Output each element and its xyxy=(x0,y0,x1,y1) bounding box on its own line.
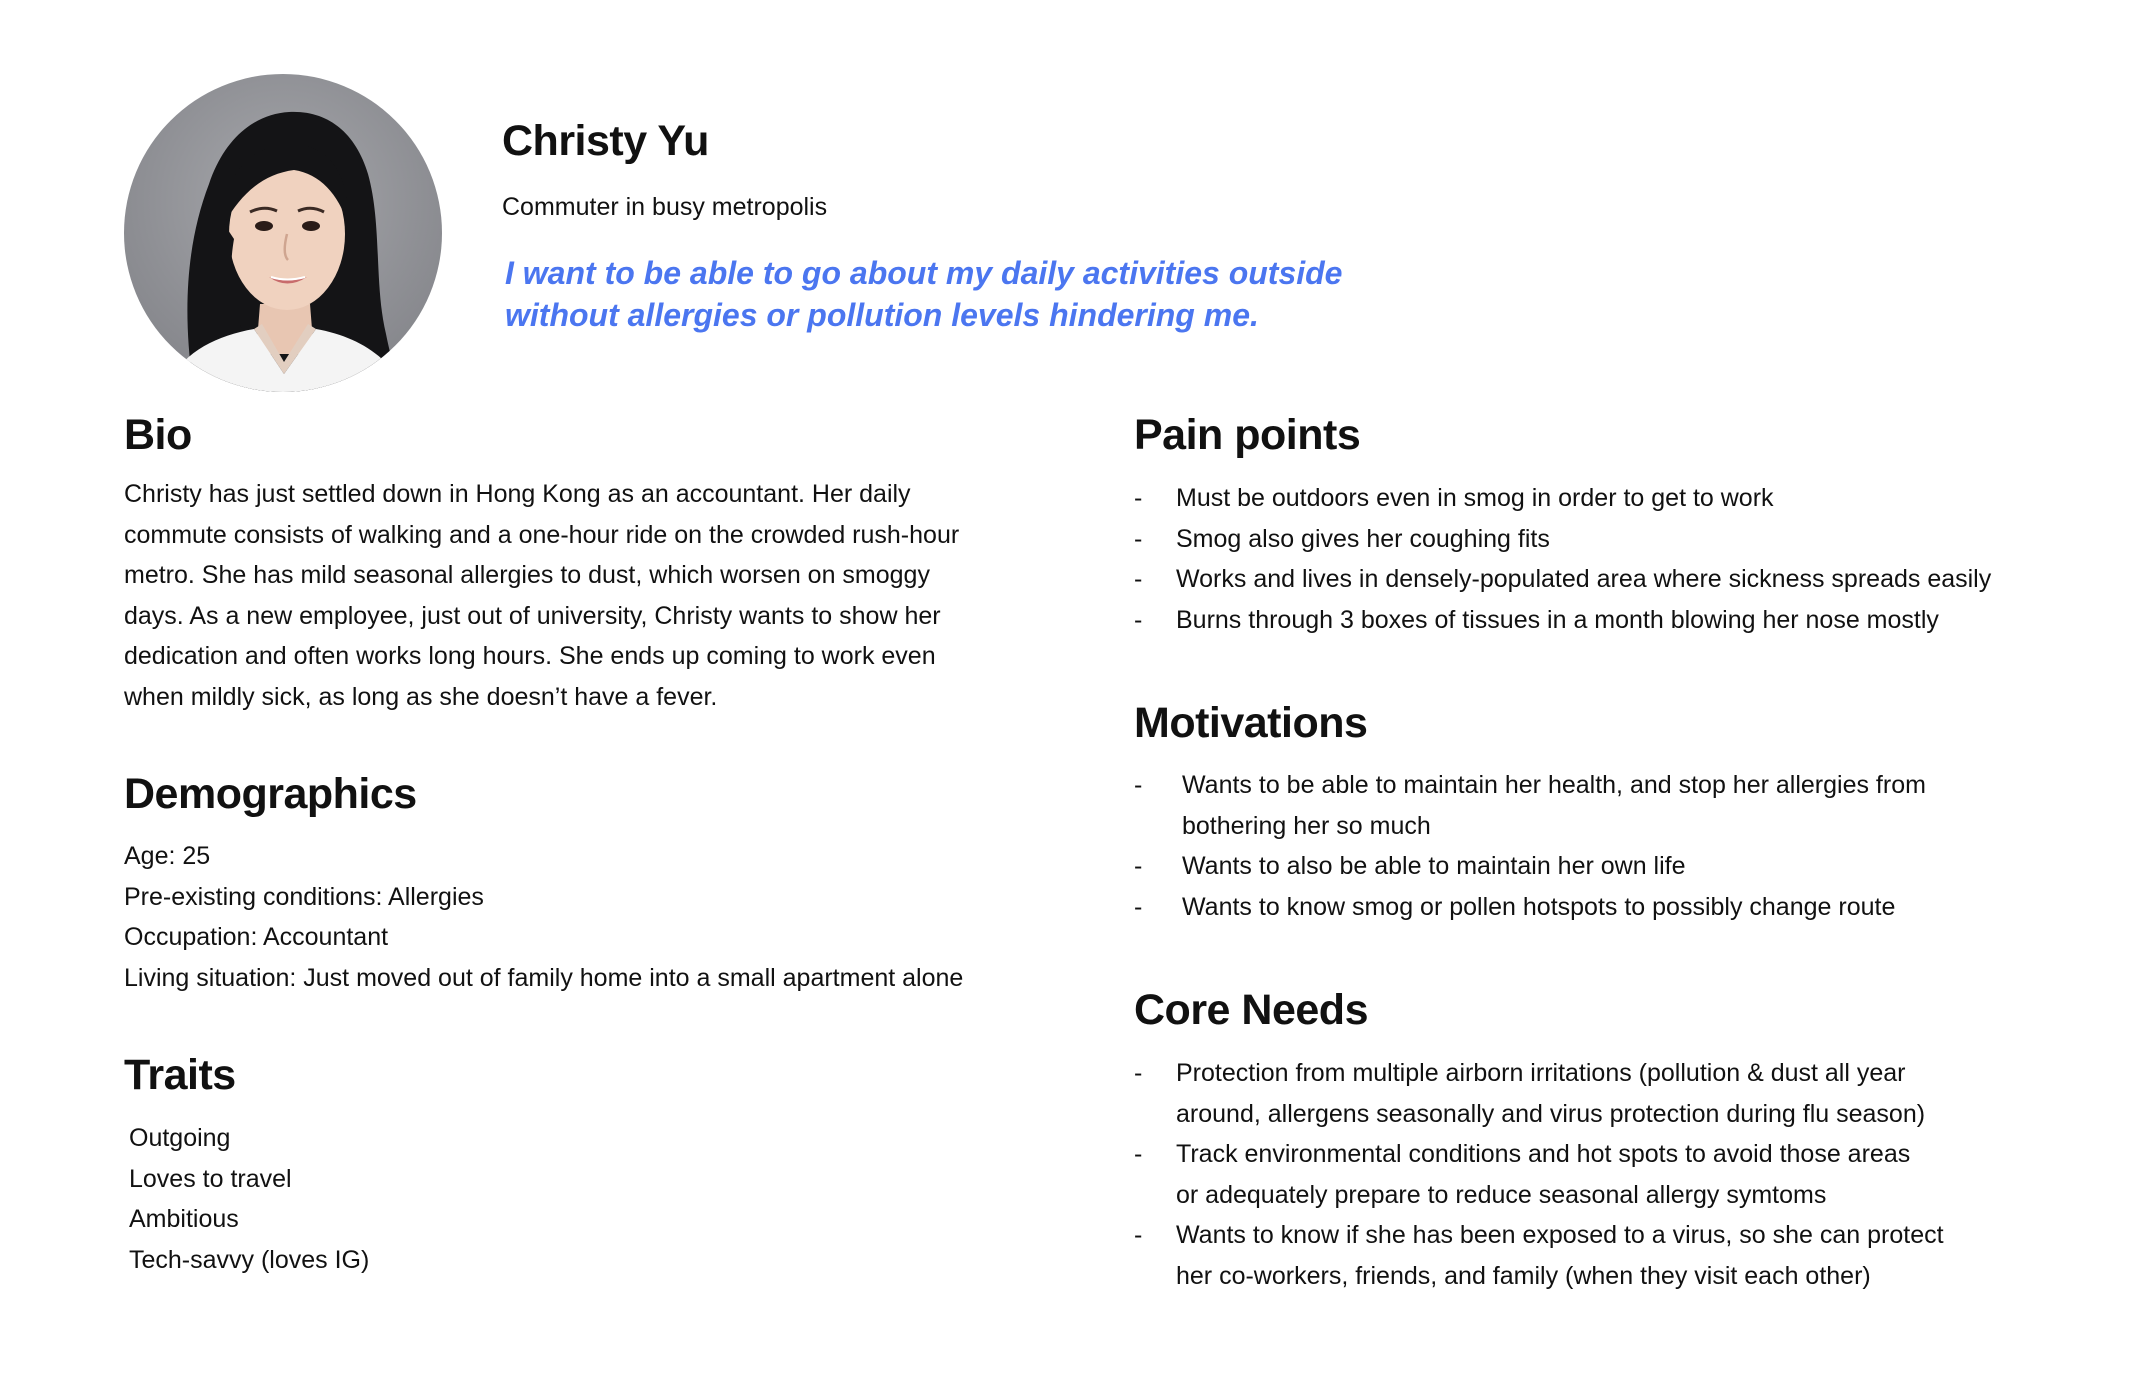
bullet-dash: - xyxy=(1134,524,1143,553)
bullet-dash: - xyxy=(1134,484,1143,512)
bullet-dash: - xyxy=(1134,605,1143,634)
quote-line: without allergies or pollution levels hi… xyxy=(505,297,1259,333)
quote-line: I want to be able to go about my daily a… xyxy=(505,255,1343,291)
persona-role: Commuter in busy metropolis xyxy=(502,193,828,221)
traits-list: Outgoing Loves to travel Ambitious Tech-… xyxy=(129,1118,369,1280)
bullet-dash: - xyxy=(1134,892,1143,921)
trait-item: Ambitious xyxy=(129,1205,239,1233)
core-needs-heading: Core Needs xyxy=(1134,986,1368,1034)
core-need-item: - Track environmental conditions and hot… xyxy=(1134,1134,1944,1215)
motivations-list: - Wants to be able to maintain her healt… xyxy=(1134,765,1926,927)
pain-point-text: Burns through 3 boxes of tissues in a mo… xyxy=(1176,605,1939,634)
core-need-text: Wants to know if she has been exposed to… xyxy=(1176,1221,1944,1249)
bullet-dash: - xyxy=(1134,565,1143,593)
core-need-text: Track environmental conditions and hot s… xyxy=(1176,1140,1911,1168)
pain-points-heading: Pain points xyxy=(1134,411,1361,459)
traits-heading: Traits xyxy=(124,1051,236,1099)
trait-item: Outgoing xyxy=(129,1124,231,1152)
pain-points-list: - Must be outdoors even in smog in order… xyxy=(1134,478,1991,640)
bio-line: days. As a new employee, just out of uni… xyxy=(124,601,941,630)
pain-point-text: Smog also gives her coughing fits xyxy=(1176,524,1550,553)
demographic-living: Living situation: Just moved out of fami… xyxy=(124,963,964,992)
motivation-item: - Wants to also be able to maintain her … xyxy=(1134,846,1926,887)
core-need-text: Protection from multiple airborn irritat… xyxy=(1176,1059,1906,1087)
bio-line: metro. She has mild seasonal allergies t… xyxy=(124,561,930,589)
pain-point-text: Works and lives in densely-populated are… xyxy=(1176,565,1992,593)
bio-line: when mildly sick, as long as she doesn’t… xyxy=(124,682,718,711)
motivation-text: bothering her so much xyxy=(1182,811,1431,840)
bio-heading: Bio xyxy=(124,411,192,459)
motivation-item: - Wants to know smog or pollen hotspots … xyxy=(1134,887,1926,928)
motivation-text: Wants to know smog or pollen hotspots to… xyxy=(1182,892,1896,921)
pain-point-text: Must be outdoors even in smog in order t… xyxy=(1176,484,1774,512)
core-needs-list: - Protection from multiple airborn irrit… xyxy=(1134,1053,1944,1296)
trait-item: Tech-savvy (loves IG) xyxy=(129,1245,370,1274)
core-need-item: - Protection from multiple airborn irrit… xyxy=(1134,1053,1944,1134)
bullet-dash: - xyxy=(1134,1221,1143,1249)
pain-point-item: - Must be outdoors even in smog in order… xyxy=(1134,478,1991,519)
bullet-dash: - xyxy=(1134,852,1143,880)
core-need-text: around, allergens seasonally and virus p… xyxy=(1176,1099,1926,1128)
pain-point-item: - Works and lives in densely-populated a… xyxy=(1134,559,1991,600)
motivation-item: - Wants to be able to maintain her healt… xyxy=(1134,765,1926,846)
core-need-item: - Wants to know if she has been exposed … xyxy=(1134,1215,1944,1296)
bullet-dash: - xyxy=(1134,1140,1143,1168)
core-need-text: her co-workers, friends, and family (whe… xyxy=(1176,1261,1871,1290)
trait-item: Loves to travel xyxy=(129,1164,292,1193)
motivation-text: Wants to be able to maintain her health,… xyxy=(1182,771,1926,799)
persona-quote: I want to be able to go about my daily a… xyxy=(505,252,1405,336)
avatar xyxy=(124,74,442,392)
bio-line: dedication and often works long hours. S… xyxy=(124,642,936,670)
pain-point-item: - Burns through 3 boxes of tissues in a … xyxy=(1134,600,1991,641)
bio-line: Christy has just settled down in Hong Ko… xyxy=(124,480,911,508)
avatar-portrait xyxy=(164,111,406,392)
demographic-age: Age: 25 xyxy=(124,842,211,870)
motivation-text: Wants to also be able to maintain her ow… xyxy=(1182,852,1686,880)
bio-text: Christy has just settled down in Hong Ko… xyxy=(124,474,959,717)
core-need-text: or adequately prepare to reduce seasonal… xyxy=(1176,1180,1827,1209)
demographic-occupation: Occupation: Accountant xyxy=(124,923,389,951)
persona-page: Christy Yu Commuter in busy metropolis I… xyxy=(0,0,2149,1400)
bio-line: commute consists of walking and a one-ho… xyxy=(124,520,960,549)
demographics-heading: Demographics xyxy=(124,770,417,818)
bullet-dash: - xyxy=(1134,1059,1143,1087)
demographics-list: Age: 25 Pre-existing conditions: Allergi… xyxy=(124,836,963,998)
pain-point-item: - Smog also gives her coughing fits xyxy=(1134,519,1991,560)
persona-name: Christy Yu xyxy=(502,117,709,165)
motivations-heading: Motivations xyxy=(1134,699,1368,747)
demographic-conditions: Pre-existing conditions: Allergies xyxy=(124,882,484,911)
bullet-dash: - xyxy=(1134,771,1143,799)
